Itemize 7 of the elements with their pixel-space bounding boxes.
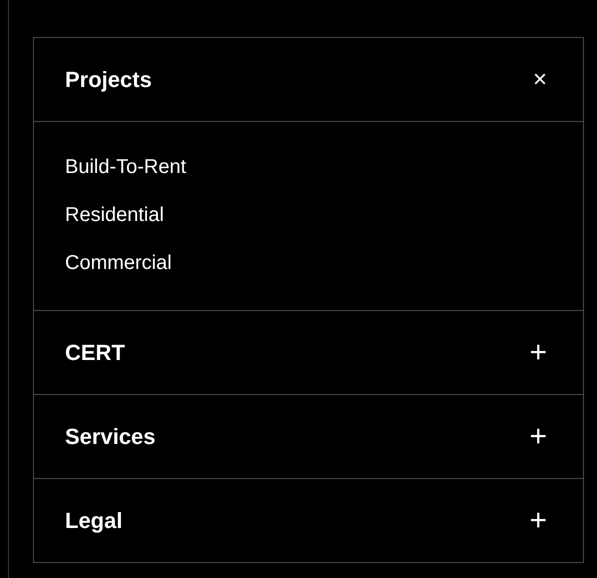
accordion-header[interactable]: Legal +	[34, 479, 583, 562]
submenu-link[interactable]: Build-To-Rent	[65, 154, 186, 180]
accordion-header[interactable]: CERT +	[34, 311, 583, 394]
submenu-link[interactable]: Residential	[65, 202, 164, 228]
accordion-header[interactable]: Projects ×	[34, 38, 583, 122]
submenu-link[interactable]: Commercial	[65, 250, 172, 276]
accordion-header[interactable]: Services +	[34, 395, 583, 478]
